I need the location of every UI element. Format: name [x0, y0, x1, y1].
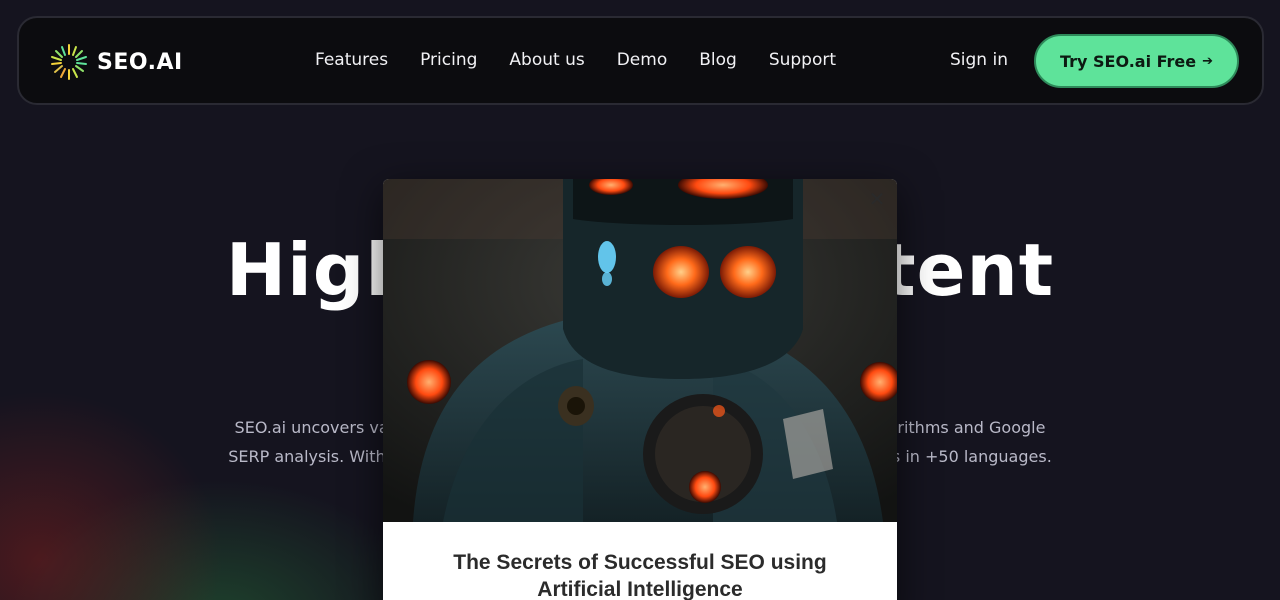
arrow-right-icon: ➔ — [1202, 53, 1214, 69]
page: SEO.AI Features Pricing About us Demo Bl… — [0, 0, 1280, 600]
modal-title: The Secrets of Successful SEO using Arti… — [453, 551, 827, 600]
top-navbar: SEO.AI Features Pricing About us Demo Bl… — [17, 16, 1264, 105]
logo-text: SEO.AI — [97, 49, 183, 75]
nav-link-demo[interactable]: Demo — [617, 50, 668, 70]
sign-in-link[interactable]: Sign in — [950, 50, 1008, 70]
nav-link-features[interactable]: Features — [315, 50, 388, 70]
close-icon[interactable]: ✕ — [867, 189, 887, 209]
hero-desc-line2-left: SERP analysis. With m — [228, 447, 407, 466]
robot-image — [383, 179, 897, 522]
nav-links: Features Pricing About us Demo Blog Supp… — [315, 50, 868, 70]
nav-link-about-us[interactable]: About us — [509, 50, 584, 70]
nav-link-pricing[interactable]: Pricing — [420, 50, 477, 70]
try-free-button-label: Try SEO.ai Free — [1059, 51, 1197, 71]
seo-ai-logo-icon — [51, 44, 87, 80]
nav-link-blog[interactable]: Blog — [699, 50, 737, 70]
promo-modal: ✕ The Secrets of Successful SEO using Ar… — [383, 179, 897, 600]
nav-link-support[interactable]: Support — [769, 50, 836, 70]
logo[interactable]: SEO.AI — [49, 42, 183, 82]
try-free-button[interactable]: Try SEO.ai Free ➔ — [1034, 34, 1239, 88]
